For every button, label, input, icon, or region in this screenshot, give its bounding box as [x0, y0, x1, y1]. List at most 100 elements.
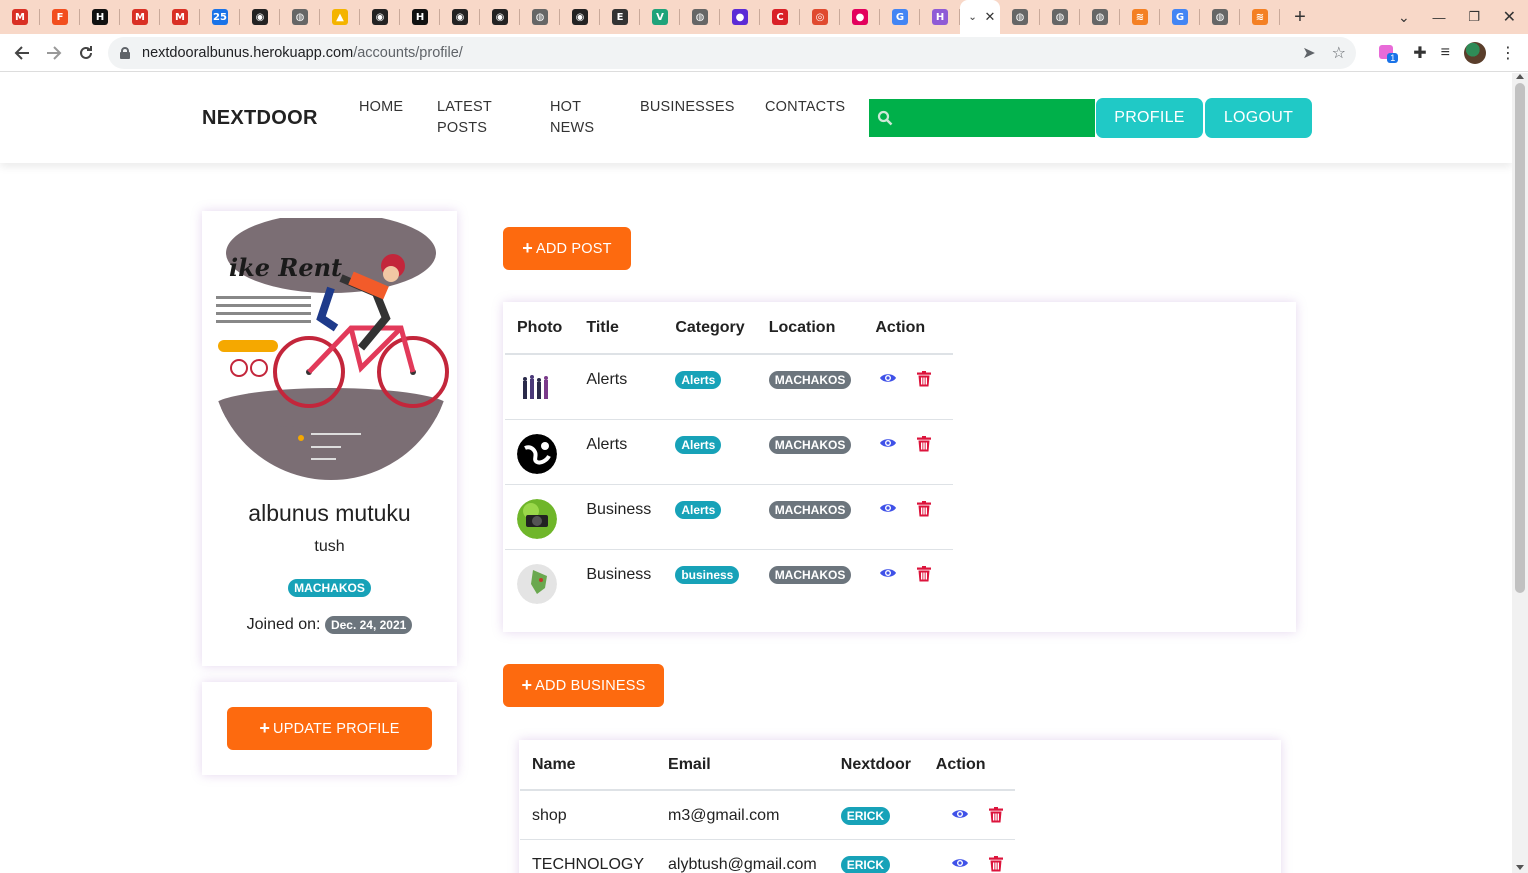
browser-tab[interactable]: ◍	[1040, 0, 1080, 34]
post-location: MACHAKOS	[756, 353, 864, 419]
add-business-button[interactable]: + ADD BUSINESS	[503, 664, 664, 707]
minimize-icon[interactable]: —	[1432, 10, 1445, 25]
post-thumbnail[interactable]	[517, 433, 557, 474]
browser-tab[interactable]: H	[80, 0, 120, 34]
page-scrollbar[interactable]	[1512, 73, 1528, 873]
browser-tab[interactable]: C	[760, 0, 800, 34]
browser-tab[interactable]: M	[120, 0, 160, 34]
reload-icon[interactable]	[70, 37, 102, 69]
browser-tab[interactable]: ◎	[800, 0, 840, 34]
browser-tab[interactable]: G	[880, 0, 920, 34]
eye-icon[interactable]	[879, 371, 897, 392]
plus-icon: +	[521, 675, 533, 695]
trash-icon[interactable]	[988, 855, 1003, 873]
search-input[interactable]	[869, 99, 1095, 137]
post-category: Alerts	[663, 483, 757, 549]
trash-icon[interactable]	[917, 371, 932, 392]
browser-tab[interactable]: ◉	[240, 0, 280, 34]
github-icon: ◉	[372, 9, 388, 25]
scroll-down-icon[interactable]	[1516, 865, 1524, 870]
browser-tab[interactable]: G	[1160, 0, 1200, 34]
nav-latest-posts[interactable]: LATEST POSTS	[437, 97, 492, 139]
lock-icon[interactable]	[120, 47, 130, 59]
brand-logo[interactable]: NEXTDOOR	[202, 107, 318, 130]
eye-icon[interactable]	[879, 566, 897, 587]
update-profile-button[interactable]: + UPDATE PROFILE	[227, 707, 432, 750]
globe-icon: ◍	[1012, 9, 1028, 25]
browser-tab[interactable]: 25	[200, 0, 240, 34]
bookmark-star-icon[interactable]: ☆	[1332, 43, 1346, 63]
browser-tab[interactable]: ◉	[440, 0, 480, 34]
browser-tab[interactable]: E	[600, 0, 640, 34]
location-badge: MACHAKOS	[768, 565, 852, 584]
scroll-up-icon[interactable]	[1516, 74, 1524, 79]
nav-businesses[interactable]: BUSINESSES	[640, 97, 735, 118]
trash-icon[interactable]	[917, 500, 932, 522]
globe-icon: ◍	[292, 9, 308, 25]
table-row: shop m3@gmail.com ERICK	[520, 789, 1015, 839]
browser-tab[interactable]: ◍	[1200, 0, 1240, 34]
post-thumbnail[interactable]	[517, 563, 557, 604]
browser-tab[interactable]: ●	[720, 0, 760, 34]
puzzle-icon[interactable]: ✚	[1413, 43, 1426, 63]
eye-icon[interactable]	[951, 856, 969, 873]
browser-tab[interactable]: V	[640, 0, 680, 34]
table-row: Alerts Alerts MACHAKOS	[505, 353, 953, 419]
close-window-icon[interactable]: ✕	[1503, 7, 1516, 27]
media-queue-icon[interactable]: ≡	[1441, 44, 1450, 62]
new-tab-icon[interactable]: +	[1280, 0, 1320, 34]
trash-icon[interactable]	[988, 807, 1003, 828]
browser-tab[interactable]: F	[40, 0, 80, 34]
eye-icon[interactable]	[879, 501, 897, 522]
browser-tab[interactable]: ◍	[1000, 0, 1040, 34]
post-thumbnail[interactable]	[517, 498, 557, 539]
scroll-thumb[interactable]	[1515, 83, 1525, 593]
extension-badge-icon[interactable]: 1	[1379, 43, 1399, 63]
post-thumbnail[interactable]	[517, 369, 557, 409]
c-icon: C	[772, 9, 788, 25]
browser-tab[interactable]: ◉	[360, 0, 400, 34]
nav-contacts[interactable]: CONTACTS	[765, 97, 845, 118]
trash-icon[interactable]	[917, 435, 932, 457]
nav-home[interactable]: HOME	[359, 97, 403, 118]
eye-icon[interactable]	[879, 436, 897, 457]
kebab-menu-icon[interactable]: ⋮	[1500, 43, 1516, 63]
browser-tab[interactable]: ≋	[1240, 0, 1280, 34]
logout-button[interactable]: LOGOUT	[1205, 98, 1312, 138]
address-bar[interactable]: nextdooralbunus.herokuapp.com/accounts/p…	[108, 37, 1356, 69]
profile-button[interactable]: PROFILE	[1096, 98, 1203, 138]
post-location: MACHAKOS	[756, 548, 864, 614]
gmail-icon: M	[172, 9, 188, 25]
tab-search-chevron-icon[interactable]: ⌄	[1398, 9, 1410, 26]
post-category: Alerts	[663, 418, 757, 484]
browser-toolbar: nextdooralbunus.herokuapp.com/accounts/p…	[0, 34, 1528, 72]
browser-tab[interactable]: M	[160, 0, 200, 34]
browser-tab[interactable]: ◍	[1080, 0, 1120, 34]
browser-tab[interactable]: H	[400, 0, 440, 34]
eye-icon[interactable]	[951, 807, 969, 828]
send-tab-icon[interactable]: ➤	[1302, 43, 1315, 63]
add-post-button[interactable]: + ADD POST	[503, 227, 631, 270]
browser-tab[interactable]: ◍	[280, 0, 320, 34]
browser-tab[interactable]: ◉	[480, 0, 520, 34]
browser-tab[interactable]: ●	[840, 0, 880, 34]
dot-icon: ●	[852, 9, 868, 25]
hn-icon: H	[92, 9, 108, 25]
github-icon: ◉	[252, 9, 268, 25]
browser-tab[interactable]: ◉	[560, 0, 600, 34]
browser-tab[interactable]: M	[0, 0, 40, 34]
back-arrow-icon[interactable]	[6, 37, 38, 69]
browser-tab[interactable]: ≋	[1120, 0, 1160, 34]
browser-tab[interactable]: ▲	[320, 0, 360, 34]
restore-icon[interactable]: ❐	[1468, 9, 1480, 25]
avatar[interactable]	[1464, 42, 1486, 64]
nav-hot-news[interactable]: HOT NEWS	[550, 97, 594, 139]
forward-arrow-icon[interactable]	[38, 37, 70, 69]
browser-tab-active[interactable]: ⌄ ✕	[960, 0, 1000, 34]
browser-tab[interactable]: H	[920, 0, 960, 34]
browser-tab[interactable]: ◍	[680, 0, 720, 34]
close-tab-icon[interactable]: ✕	[985, 9, 996, 25]
trash-icon[interactable]	[917, 565, 932, 587]
category-badge: Alerts	[675, 500, 722, 519]
browser-tab[interactable]: ◍	[520, 0, 560, 34]
